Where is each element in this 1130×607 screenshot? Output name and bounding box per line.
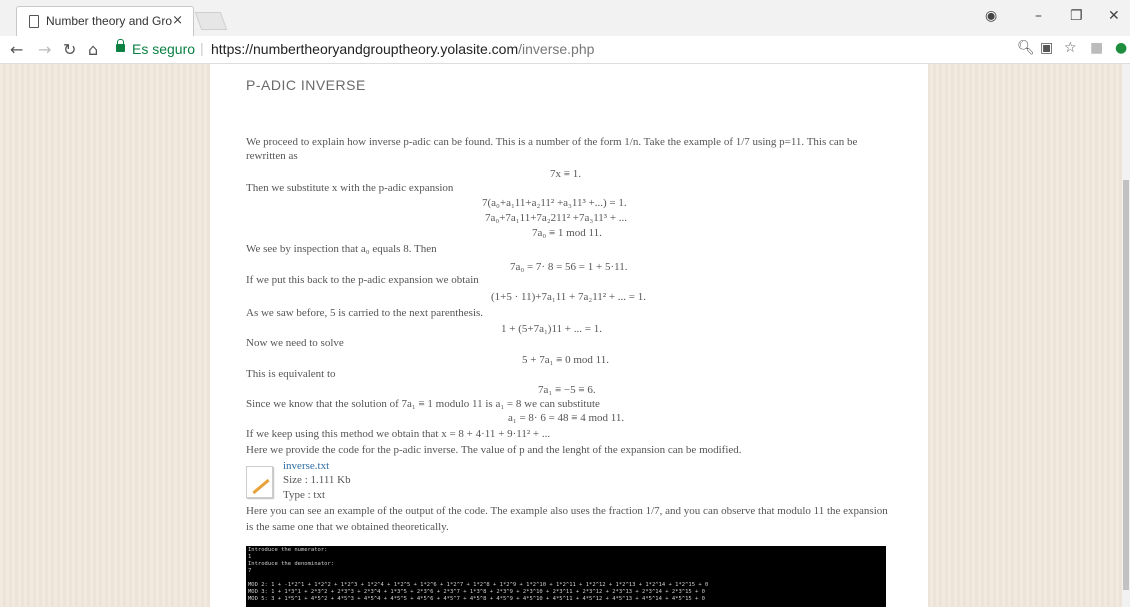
file-icon[interactable] [246,466,273,498]
console-line: MOD 5: 3 + 1*5^1 + 4*5^2 + 4*5^3 + 4*5^4… [248,596,705,602]
url-host: https://numbertheoryandgrouptheory.yolas… [211,41,519,57]
profile-icon[interactable]: ◉ [985,8,997,24]
scrollbar[interactable] [1122,64,1130,607]
restore-icon[interactable]: ❐ [1070,8,1083,24]
text-line: This is equivalent to [246,368,336,380]
tab-strip: Number theory and Grou × ◉ – ❐ ✕ [0,0,1130,36]
equation: 7a₁ ≡ −5 ≡ 6. [538,384,596,396]
equation: 7a₀+7a₁11+7a₂211² +7a₃11³ + ... [485,212,628,224]
text-line: rewritten as [246,150,298,162]
url-path: /inverse.php [518,41,595,57]
console-line: Introduce the numerator: [248,547,328,553]
text-line: If we keep using this method we obtain t… [246,428,551,440]
new-tab-button[interactable] [194,12,228,30]
star-icon[interactable]: ☆ [1064,40,1077,56]
address-bar[interactable]: Es seguro | https://numbertheoryandgroup… [108,39,1058,61]
equation: a₁ = 8· 6 = 48 ≡ 4 mod 11. [508,412,625,424]
extension-icon[interactable]: ● [1115,40,1127,56]
pdf-icon[interactable]: ■ [1090,40,1103,56]
equation: 7a₀ = 7· 8 = 56 = 1 + 5·11. [510,261,628,273]
equation: (1+5 · 11)+7a₁11 + 7a₂11² + ... = 1. [491,291,647,303]
equation: 5 + 7a₁ ≡ 0 mod 11. [522,354,610,366]
text-line: Here we provide the code for the p-adic … [246,444,742,456]
back-icon[interactable]: ← [10,40,23,59]
equation: 7(a₀+a₁11+a₂11² +a₃11³ +...) = 1. [482,197,627,209]
secure-label: Es seguro [132,41,196,57]
console-line: Introduce the denominator: [248,561,335,567]
text-line: Here you can see an example of the outpu… [246,505,888,517]
forward-icon[interactable]: → [38,40,51,59]
home-icon[interactable]: ⌂ [88,40,98,59]
close-window-icon[interactable]: ✕ [1108,8,1120,24]
tab-close-icon[interactable]: × [172,13,183,28]
equation: 7x ≡ 1. [550,168,581,180]
console-line: 7 [248,568,252,574]
browser-tab[interactable]: Number theory and Grou × [16,6,194,36]
tab-title: Number theory and Grou [46,14,172,28]
zoom-icon[interactable]: 🔍︎ [1017,40,1035,56]
text-line: If we put this back to the p-adic expans… [246,274,479,286]
text-line: We see by inspection that a₀ equals 8. T… [246,243,437,255]
toolbar: ← → ↻ ⌂ Es seguro | https://numbertheory… [0,36,1130,64]
console-output-image: Introduce the numerator: 1 Introduce the… [246,546,886,607]
page-title: P-ADIC INVERSE [246,77,366,93]
text-line: Now we need to solve [246,337,344,349]
lock-icon [116,39,125,52]
url-text: https://numbertheoryandgrouptheory.yolas… [211,41,594,57]
text-line: We proceed to explain how inverse p-adic… [246,136,858,148]
minimize-icon[interactable]: – [1035,8,1042,24]
file-link[interactable]: inverse.txt [283,460,329,472]
console-line: MOD 3: 1 + 1*3^1 + 2*3^2 + 2*3^3 + 2*3^4… [248,589,705,595]
page-icon [29,15,39,28]
text-line: Since we know that the solution of 7a₁ ≡… [246,398,600,410]
translate-icon[interactable]: ▣ [1040,40,1053,56]
text-line: is the same one that we obtained theoret… [246,521,449,533]
text-line: As we saw before, 5 is carried to the ne… [246,307,484,319]
equation: 1 + (5+7a₁)11 + ... = 1. [501,323,602,335]
url-separator: | [200,40,204,56]
reload-icon[interactable]: ↻ [63,40,76,59]
equation: 7a₀ ≡ 1 mod 11. [532,227,602,239]
console-line: MOD 2: 1 + -1*2^1 + 1*2^2 + 1*2^3 + 1*2^… [248,582,709,588]
article: P-ADIC INVERSE We proceed to explain how… [210,64,928,607]
file-type: Type : txt [283,489,326,501]
scrollbar-thumb[interactable] [1123,180,1129,590]
text-line: Then we substitute x with the p-adic exp… [246,182,454,194]
console-line: 1 [248,554,252,560]
file-size: Size : 1.111 Kb [283,474,351,486]
